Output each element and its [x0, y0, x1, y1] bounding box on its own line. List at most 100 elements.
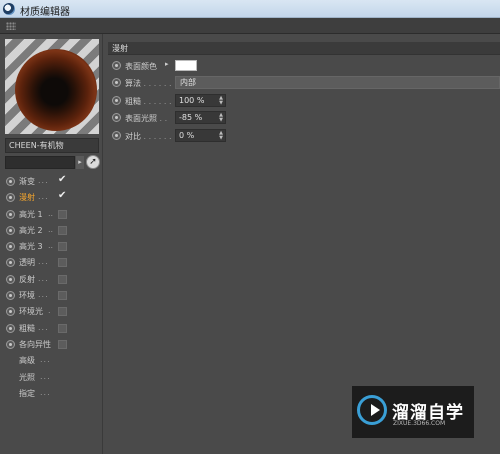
- prop-contrast: 对比 . . . . . . 0 % ▲ ▼: [108, 129, 500, 143]
- animate-radio[interactable]: [112, 78, 121, 87]
- channel-checkbox[interactable]: [58, 242, 67, 252]
- watermark-url: ZIXUE.3D66.COM: [393, 420, 446, 427]
- watermark: 溜溜自学 ZIXUE.3D66.COM: [352, 386, 474, 438]
- channel-item[interactable]: 环境...: [0, 288, 103, 304]
- animate-radio[interactable]: [6, 177, 15, 186]
- prop-algorithm: 算法 . . . . . . 内部: [108, 76, 500, 90]
- channel-label: 高光 1: [19, 209, 43, 219]
- channel-dots: ..: [48, 208, 54, 218]
- prop-label: 算法 . . . . . .: [125, 79, 172, 88]
- window-title: 材质编辑器: [20, 7, 70, 18]
- animate-radio[interactable]: [112, 61, 121, 70]
- channel-label: 环境: [19, 291, 35, 301]
- animate-radio[interactable]: [6, 274, 15, 284]
- link-arrow-button[interactable]: ▸: [76, 156, 84, 169]
- channel-item[interactable]: 指定...: [0, 386, 103, 402]
- channel-list: 渐变... ✔ 漫射... ✔ 高光 1.. 高光 2.. 高光 3.. 透明... 反射...…: [0, 174, 103, 402]
- prop-surface-color: 表面颜色 ▸: [108, 59, 500, 73]
- prop-label: 表面光照 . .: [125, 114, 168, 123]
- channel-dots: ...: [40, 371, 51, 381]
- window-titlebar[interactable]: 材质编辑器: [0, 0, 500, 18]
- animate-radio[interactable]: [112, 96, 121, 105]
- material-name-field[interactable]: CHEEN-有机物: [5, 138, 99, 153]
- channel-item[interactable]: 漫射... ✔: [0, 190, 103, 206]
- animate-radio[interactable]: [6, 242, 15, 252]
- channel-checkbox[interactable]: [58, 225, 67, 235]
- channel-label: 环境光: [19, 307, 43, 317]
- channel-label: 指定: [19, 388, 35, 398]
- channel-label: 高光 2: [19, 225, 43, 235]
- animate-radio[interactable]: [112, 113, 121, 122]
- animate-radio[interactable]: [112, 131, 121, 140]
- prop-surface-light: 表面光照 . . -85 % ▲ ▼: [108, 111, 500, 125]
- grip-icon[interactable]: [6, 22, 16, 30]
- channel-item[interactable]: 环境光.: [0, 304, 103, 320]
- channel-dots: ...: [38, 192, 49, 202]
- channel-item[interactable]: 高光 3..: [0, 239, 103, 255]
- preview-sphere: [15, 49, 97, 131]
- surface-light-input[interactable]: -85 % ▲ ▼: [175, 111, 226, 124]
- animate-radio[interactable]: [6, 209, 15, 219]
- channel-label: 粗糙: [19, 323, 35, 333]
- prop-label: 对比 . . . . . .: [125, 132, 172, 141]
- channel-label: 高级: [19, 356, 35, 366]
- checkmark-icon[interactable]: ✔: [58, 174, 66, 185]
- channel-dots: ...: [38, 290, 49, 300]
- channel-item[interactable]: 粗糙...: [0, 321, 103, 337]
- animate-radio[interactable]: [6, 193, 15, 203]
- prop-label: 表面颜色: [125, 62, 157, 71]
- channel-checkbox[interactable]: [58, 274, 67, 284]
- channel-checkbox[interactable]: [58, 209, 67, 219]
- channel-panel: CHEEN-有机物 ▸ ➚ 渐变... ✔ 漫射... ✔ 高光 1.. 高光 2.. 高光…: [0, 34, 103, 454]
- prop-roughness: 粗糙 . . . . . . 100 % ▲ ▼: [108, 94, 500, 108]
- pick-arrow-icon[interactable]: ➚: [86, 155, 100, 169]
- channel-item[interactable]: 高级...: [0, 353, 103, 369]
- channel-item[interactable]: 各向异性: [0, 337, 103, 353]
- animate-radio[interactable]: [6, 225, 15, 235]
- channel-checkbox[interactable]: [58, 291, 67, 301]
- contrast-input[interactable]: 0 % ▲ ▼: [175, 129, 226, 142]
- app-icon: [3, 3, 15, 15]
- animate-radio[interactable]: [6, 339, 15, 349]
- channel-dots: ...: [38, 176, 49, 185]
- channel-label: 透明: [19, 258, 35, 268]
- roughness-input[interactable]: 100 % ▲ ▼: [175, 94, 226, 107]
- channel-item[interactable]: 高光 2..: [0, 223, 103, 239]
- color-swatch[interactable]: [175, 60, 197, 71]
- section-title-diffuse: 漫射: [108, 42, 500, 55]
- prop-label: 粗糙 . . . . . .: [125, 97, 172, 106]
- spinner-icon[interactable]: ▲ ▼: [219, 113, 223, 123]
- spinner-icon[interactable]: ▲ ▼: [219, 96, 223, 106]
- expand-arrow-icon[interactable]: ▸: [165, 60, 169, 68]
- channel-dots: ...: [38, 257, 49, 267]
- animate-radio[interactable]: [6, 323, 15, 333]
- algorithm-dropdown[interactable]: 内部: [175, 76, 500, 89]
- channel-label: 反射: [19, 274, 35, 284]
- channel-dots: ..: [48, 224, 54, 234]
- channel-dots: ...: [38, 273, 49, 283]
- channel-item[interactable]: 反射...: [0, 272, 103, 288]
- spinner-icon[interactable]: ▲ ▼: [219, 131, 223, 141]
- channel-item[interactable]: 高光 1..: [0, 207, 103, 223]
- channel-item[interactable]: 渐变... ✔: [0, 174, 103, 190]
- channel-dots: ..: [48, 241, 54, 251]
- channel-checkbox[interactable]: [58, 258, 67, 268]
- channel-dots: ...: [40, 387, 51, 397]
- link-field[interactable]: [5, 156, 75, 169]
- animate-radio[interactable]: [6, 258, 15, 268]
- material-preview[interactable]: [5, 39, 99, 134]
- channel-label: 高光 3: [19, 242, 43, 252]
- toolbar-strip: [0, 18, 500, 34]
- channel-checkbox[interactable]: [58, 339, 67, 349]
- animate-radio[interactable]: [6, 291, 15, 301]
- channel-item[interactable]: 透明...: [0, 255, 103, 271]
- channel-item[interactable]: 光照...: [0, 370, 103, 386]
- animate-radio[interactable]: [6, 307, 15, 317]
- channel-dots: ...: [38, 322, 49, 332]
- channel-label: 光照: [19, 372, 35, 382]
- checkmark-icon[interactable]: ✔: [58, 190, 66, 201]
- channel-checkbox[interactable]: [58, 323, 67, 333]
- channel-checkbox[interactable]: [58, 307, 67, 317]
- channel-label: 漫射: [19, 193, 35, 203]
- play-logo-icon: [357, 395, 387, 425]
